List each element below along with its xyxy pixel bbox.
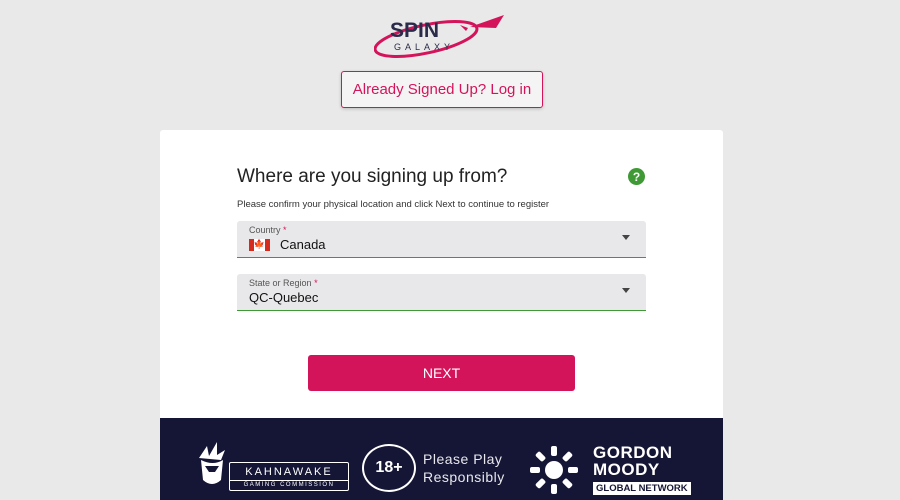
country-select[interactable]: Country * 🍁 Canada bbox=[237, 221, 646, 258]
gordon-text: GORDON bbox=[593, 443, 673, 462]
page-title: Where are you signing up from? bbox=[237, 166, 508, 187]
footer: KAHNAWAKE GAMING COMMISSION 18+ Please P… bbox=[160, 418, 723, 500]
brand-top-text: SPIN bbox=[390, 19, 439, 42]
login-button[interactable]: Already Signed Up? Log in bbox=[341, 71, 543, 108]
kahnawake-name: KAHNAWAKE bbox=[245, 466, 333, 478]
canada-flag-icon: 🍁 bbox=[249, 238, 270, 251]
next-button[interactable]: NEXT bbox=[308, 355, 575, 391]
region-label: State or Region * bbox=[249, 278, 318, 288]
region-select[interactable]: State or Region * QC-Quebec bbox=[237, 274, 646, 311]
help-icon[interactable]: ? bbox=[628, 168, 645, 185]
gordon-moody-logo-icon[interactable] bbox=[528, 444, 580, 496]
region-value: QC-Quebec bbox=[249, 290, 319, 305]
brand-bottom-text: GALAXY bbox=[394, 42, 454, 52]
spin-galaxy-logo[interactable]: SPIN GALAXY bbox=[373, 12, 510, 62]
moody-text: MOODY bbox=[593, 460, 660, 479]
instructions-text: Please confirm your physical location an… bbox=[237, 199, 550, 210]
global-network-badge: GLOBAL NETWORK bbox=[593, 482, 691, 495]
gordon-moody-badge[interactable]: GORDON MOODY GLOBAL NETWORK bbox=[593, 444, 696, 496]
kahnawake-subtitle: GAMING COMMISSION bbox=[230, 480, 348, 488]
country-value: Canada bbox=[280, 237, 326, 252]
age-18-badge: 18+ bbox=[362, 444, 416, 492]
play-responsibly-text: Please Play Responsibly bbox=[423, 451, 505, 485]
kahnawake-logo-icon bbox=[199, 442, 225, 484]
country-label: Country * bbox=[249, 225, 287, 235]
dropdown-arrow-icon bbox=[622, 288, 630, 293]
dropdown-arrow-icon bbox=[622, 235, 630, 240]
signup-location-card: Where are you signing up from? ? Please … bbox=[160, 130, 723, 418]
